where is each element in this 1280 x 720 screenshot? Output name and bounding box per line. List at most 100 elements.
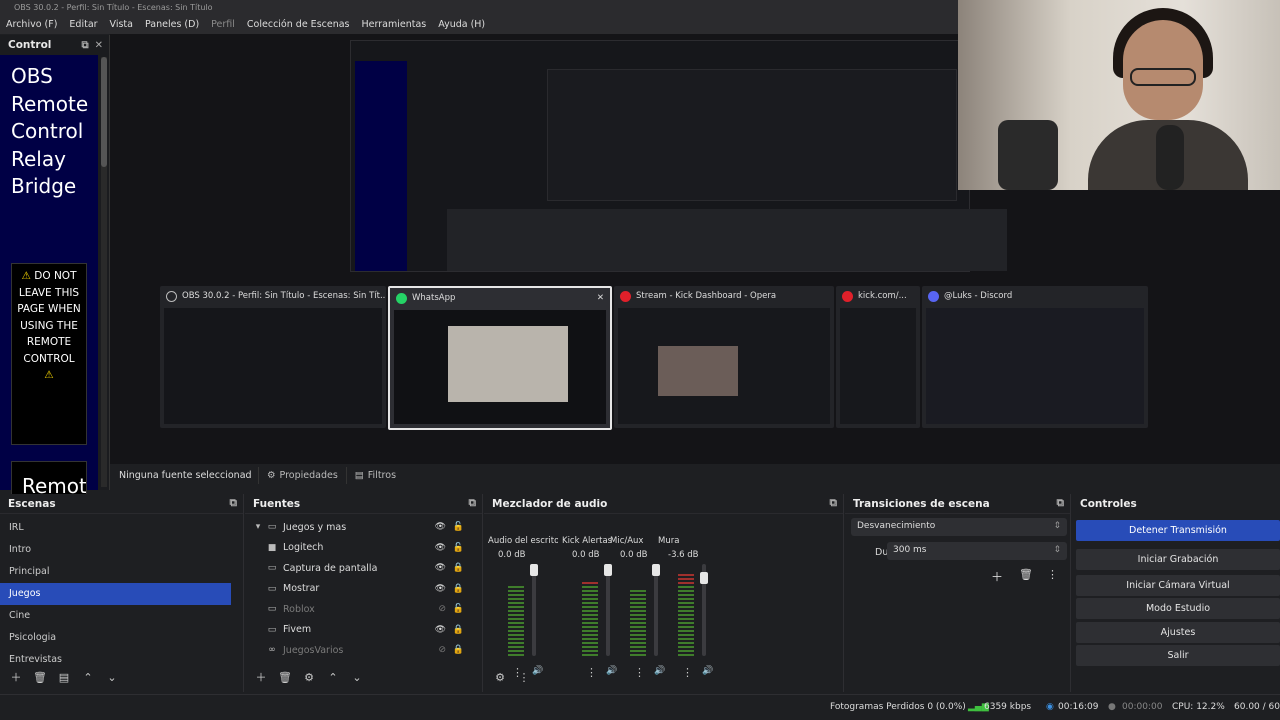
discord-icon: [928, 290, 939, 302]
scene-item-juegos[interactable]: Juegos: [0, 583, 231, 605]
start-recording-button[interactable]: Iniciar Grabación: [1076, 549, 1280, 570]
source-properties-icon[interactable]: ⚙: [299, 671, 319, 684]
menu-edit[interactable]: Editar: [69, 19, 97, 34]
camera-icon: ■: [267, 542, 277, 553]
unlock-icon[interactable]: 🔓: [453, 604, 464, 614]
menu-docks[interactable]: Paneles (D): [145, 19, 199, 34]
unlock-icon[interactable]: 🔓: [453, 543, 464, 553]
unlock-icon[interactable]: 🔓: [453, 522, 464, 532]
float-icon[interactable]: ⧉: [81, 40, 88, 51]
menu-profile[interactable]: Perfil: [211, 19, 235, 34]
volume-fader[interactable]: [530, 564, 538, 656]
remove-source-icon[interactable]: 🗑: [275, 671, 295, 684]
mixer-menu-icon[interactable]: ⋮: [514, 671, 534, 684]
menu-tools[interactable]: Herramientas: [362, 19, 427, 34]
add-transition-icon[interactable]: ＋: [991, 568, 1003, 585]
menu-file[interactable]: Archivo (F): [6, 19, 57, 34]
channel-menu-icon[interactable]: ⋮: [586, 666, 597, 679]
scene-filters-icon[interactable]: ▤: [54, 671, 74, 684]
source-toolbar: Ninguna fuente seleccionad ⚙ Propiedades …: [110, 464, 1280, 486]
volume-meter: [508, 564, 524, 656]
close-icon[interactable]: ✕: [597, 293, 604, 303]
bitrate: 6359 kbps: [984, 702, 1032, 712]
dock-float-icon[interactable]: ⧉: [1057, 497, 1065, 510]
lock-icon[interactable]: 🔒: [453, 563, 464, 573]
eye-hidden-icon[interactable]: ⊘: [438, 604, 446, 614]
source-item[interactable]: ▭ Captura de pantalla 👁 🔒: [251, 558, 482, 579]
move-down-icon[interactable]: ⌄: [102, 671, 122, 684]
start-virtual-camera-button[interactable]: Iniciar Cámara Virtual: [1076, 575, 1280, 596]
add-source-icon[interactable]: ＋: [251, 669, 271, 685]
lock-icon[interactable]: 🔒: [453, 645, 464, 655]
volume-fader[interactable]: [652, 564, 660, 656]
close-icon[interactable]: ✕: [95, 40, 103, 51]
eye-icon[interactable]: 👁: [435, 543, 446, 553]
alt-tab-thumbnail-discord[interactable]: @Luks - Discord: [922, 286, 1148, 428]
mixer-channel-label: Mura -3.6 dB: [658, 536, 728, 560]
studio-mode-button[interactable]: Modo Estudio: [1076, 598, 1280, 619]
remove-scene-icon[interactable]: 🗑: [30, 671, 50, 684]
scene-item-psicologia[interactable]: Psicologia: [0, 627, 243, 649]
move-up-icon[interactable]: ⌃: [323, 671, 343, 684]
scene-item-intro[interactable]: Intro: [0, 539, 243, 561]
scene-item-principal[interactable]: Principal: [0, 561, 243, 583]
fader-knob[interactable]: [652, 564, 660, 576]
stop-streaming-button[interactable]: Detener Transmisión: [1076, 520, 1280, 541]
alt-tab-thumbnail-whatsapp[interactable]: WhatsApp ✕: [388, 286, 612, 430]
add-scene-icon[interactable]: ＋: [6, 669, 26, 685]
eye-icon[interactable]: 👁: [435, 584, 446, 594]
eye-icon[interactable]: 👁: [435, 563, 446, 573]
properties-button[interactable]: ⚙ Propiedades: [258, 466, 346, 484]
control-browser-content[interactable]: OBS Remote Control Relay Bridge ⚠ DO NOT…: [0, 55, 98, 507]
speaker-icon[interactable]: 🔊: [654, 666, 665, 676]
control-scrollbar[interactable]: [101, 57, 107, 487]
alt-tab-thumbnail-obs[interactable]: OBS 30.0.2 - Perfil: Sin Título - Escena…: [160, 286, 386, 428]
volume-meter: [678, 564, 694, 656]
volume-fader[interactable]: [604, 564, 612, 656]
dock-float-icon[interactable]: ⧉: [830, 497, 838, 510]
menu-help[interactable]: Ayuda (H): [438, 19, 485, 34]
fader-knob[interactable]: [604, 564, 612, 576]
menu-scene-collection[interactable]: Colección de Escenas: [247, 19, 350, 34]
scene-item-irl[interactable]: IRL: [0, 517, 243, 539]
eye-icon[interactable]: 👁: [435, 625, 446, 635]
lock-icon[interactable]: 🔒: [453, 625, 464, 635]
source-item[interactable]: ▭ Mostrar 👁 🔒: [251, 579, 482, 600]
source-list: ▾ ▭ Juegos y mas 👁 🔓 ■ Logitech 👁 🔓 ▭ Captura de…: [245, 514, 482, 661]
speaker-icon[interactable]: 🔊: [702, 666, 713, 676]
alt-tab-thumbnail-kick-dashboard[interactable]: Stream - Kick Dashboard - Opera: [614, 286, 834, 428]
source-item[interactable]: ▭ Roblox ⊘ 🔓: [251, 599, 482, 620]
channel-menu-icon[interactable]: ⋮: [682, 666, 693, 679]
exit-button[interactable]: Salir: [1076, 645, 1280, 666]
fader-knob[interactable]: [700, 572, 708, 584]
lock-icon[interactable]: 🔒: [453, 584, 464, 594]
speaker-icon[interactable]: 🔊: [606, 666, 617, 676]
eye-hidden-icon[interactable]: ⊘: [438, 645, 446, 655]
move-up-icon[interactable]: ⌃: [78, 671, 98, 684]
alt-tab-thumbnail-kick[interactable]: kick.com/...: [836, 286, 920, 428]
remove-transition-icon[interactable]: 🗑: [1019, 568, 1033, 581]
move-down-icon[interactable]: ⌄: [347, 671, 367, 684]
scene-item-cine[interactable]: Cine: [0, 605, 243, 627]
settings-button[interactable]: Ajustes: [1076, 622, 1280, 643]
source-item[interactable]: ▾ ▭ Juegos y mas 👁 🔓: [251, 517, 482, 538]
channel-menu-icon[interactable]: ⋮: [634, 666, 645, 679]
dock-float-icon[interactable]: ⧉: [230, 497, 238, 510]
source-item[interactable]: ∞ JuegosVarios ⊘ 🔒: [251, 640, 482, 661]
source-item[interactable]: ▭ Fivem 👁 🔒: [251, 620, 482, 641]
source-item[interactable]: ■ Logitech 👁 🔓: [251, 538, 482, 559]
fader-knob[interactable]: [530, 564, 538, 576]
dock-float-icon[interactable]: ⧉: [469, 497, 477, 510]
control-dock: Control ⧉ ✕ OBS Remote Control Relay Bri…: [0, 35, 110, 507]
filters-button[interactable]: ▤ Filtros: [345, 466, 404, 484]
volume-fader[interactable]: [700, 564, 708, 656]
duration-spinbox[interactable]: 300 ms ⇕: [887, 542, 1067, 560]
channel-db: -3.6 dB: [668, 550, 699, 560]
advanced-audio-icon[interactable]: ⚙: [490, 671, 510, 684]
eye-icon[interactable]: 👁: [435, 522, 446, 532]
menu-view[interactable]: Vista: [110, 19, 133, 34]
transition-menu-icon[interactable]: ⋮: [1047, 568, 1058, 581]
transition-select[interactable]: Desvanecimiento ⇕: [851, 518, 1067, 536]
chevron-down-icon[interactable]: ▾: [251, 522, 265, 532]
nested-preview-2: [547, 69, 957, 201]
